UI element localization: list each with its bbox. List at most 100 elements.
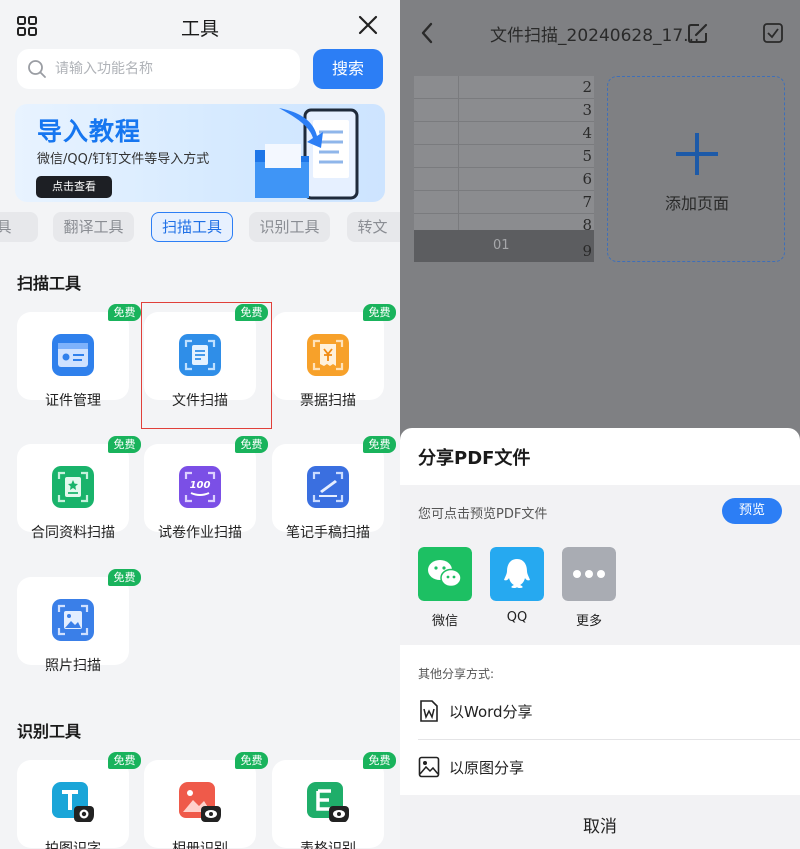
tool-label: 票据扫描 (300, 393, 356, 409)
share-app-label: 微信 (431, 614, 458, 629)
tools-header: 工具 (0, 0, 400, 52)
free-badge: 免费 (363, 436, 396, 453)
share-sheet-title: 分享PDF文件 (418, 448, 531, 469)
share-as-image-option[interactable]: 以原图分享 (418, 746, 782, 790)
thumbnail-row: 6 (414, 168, 594, 191)
select-checkbox-icon[interactable] (763, 23, 783, 43)
tool-label: 表格识别 (300, 841, 356, 849)
tool-card-table-recognition[interactable]: 表格识别 (272, 760, 384, 849)
row-number: 3 (582, 101, 592, 119)
tab-partial[interactable]: 具 (0, 212, 38, 242)
page-thumbnail[interactable]: 2 3 4 5 6 7 8 01 9 (414, 76, 594, 262)
close-icon[interactable] (357, 14, 379, 36)
banner-subtitle: 微信/QQ/钉钉文件等导入方式 (37, 152, 210, 167)
free-badge: 免费 (363, 304, 396, 321)
tool-label: 试卷作业扫描 (158, 525, 242, 541)
tool-category-tabs: 具 翻译工具 扫描工具 识别工具 转文 (0, 212, 400, 244)
tool-label: 照片扫描 (45, 658, 101, 674)
more-icon[interactable] (562, 547, 616, 601)
tool-card-exam-scan[interactable]: 100 试卷作业扫描 (144, 444, 256, 541)
free-badge: 免费 (235, 752, 268, 769)
tool-label: 相册识别 (172, 841, 228, 849)
plus-icon (676, 133, 718, 175)
search-input[interactable] (55, 49, 290, 89)
free-badge: 免费 (108, 752, 141, 769)
tool-card-id-manage[interactable]: 证件管理 (17, 312, 129, 409)
wechat-icon[interactable] (418, 547, 472, 601)
tab-convert[interactable]: 转文 (347, 212, 400, 242)
share-option-label: 以原图分享 (449, 759, 525, 777)
row-number: 5 (582, 147, 592, 165)
tool-card-note-scan[interactable]: 笔记手稿扫描 (272, 444, 384, 541)
free-badge: 免费 (108, 436, 141, 453)
tab-scan[interactable]: 扫描工具 (151, 212, 233, 242)
text-recognition-icon (52, 782, 94, 822)
banner-view-button[interactable]: 点击查看 (36, 176, 112, 198)
folder-import-icon (255, 108, 359, 200)
tool-card-album-recognition[interactable]: 相册识别 (144, 760, 256, 849)
share-app-label: 更多 (575, 614, 602, 629)
row-number: 7 (582, 193, 592, 211)
image-icon (418, 756, 440, 778)
tab-recognize[interactable]: 识别工具 (249, 212, 330, 242)
cancel-button[interactable]: 取消 (400, 812, 800, 837)
thumbnail-row: 5 (414, 145, 594, 168)
thumbnail-row: 3 (414, 99, 594, 122)
page-title: 工具 (180, 18, 219, 40)
tool-card-contract-scan[interactable]: 合同资料扫描 (17, 444, 129, 541)
document-header: 文件扫描_20240628_17... (400, 0, 800, 60)
table-recognition-icon (307, 782, 349, 822)
free-badge: 免费 (108, 569, 141, 586)
exam-scan-icon: 100 (179, 466, 221, 508)
thumbnail-row: 7 (414, 191, 594, 214)
id-card-icon (52, 334, 94, 376)
contract-scan-icon (52, 466, 94, 508)
row-number: 6 (582, 170, 592, 188)
tab-translate[interactable]: 翻译工具 (53, 212, 134, 242)
search-icon (28, 60, 46, 78)
svg-text:100: 100 (190, 480, 211, 491)
tutorial-banner[interactable]: 导入教程 微信/QQ/钉钉文件等导入方式 点击查看 (15, 104, 385, 202)
row-number: 2 (582, 78, 592, 96)
preview-hint: 您可点击预览PDF文件 (418, 507, 548, 522)
other-share-label: 其他分享方式: (418, 667, 495, 681)
album-recognition-icon (179, 782, 221, 822)
tool-label: 拍图识字 (45, 841, 101, 849)
note-scan-icon (307, 466, 349, 508)
share-sheet: 分享PDF文件 您可点击预览PDF文件 预览 微信 QQ 更多 其他分享方式: (400, 428, 800, 849)
tool-card-photo-scan[interactable]: 照片扫描 (17, 577, 129, 674)
thumbnail-row: 2 (414, 76, 594, 99)
preview-button[interactable]: 预览 (722, 498, 782, 524)
search-button[interactable]: 搜索 (313, 49, 383, 89)
row-number: 4 (582, 124, 592, 142)
selection-highlight (141, 302, 272, 429)
tool-label: 笔记手稿扫描 (286, 525, 370, 541)
share-as-word-option[interactable]: 以Word分享 (418, 690, 782, 734)
option-divider (418, 739, 800, 740)
free-badge: 免费 (235, 436, 268, 453)
share-app-label: QQ (506, 610, 528, 625)
banner-title: 导入教程 (37, 117, 142, 146)
share-option-label: 以Word分享 (449, 703, 533, 721)
tool-card-receipt-scan[interactable]: 票据扫描 (272, 312, 384, 409)
row-number: 9 (582, 242, 592, 260)
free-badge: 免费 (363, 752, 396, 769)
back-arrow-icon[interactable] (420, 22, 434, 44)
section-title-recognize: 识别工具 (17, 722, 82, 741)
tool-card-text-recognition[interactable]: 拍图识字 (17, 760, 129, 849)
qq-icon[interactable] (490, 547, 544, 601)
document-preview-panel: 文件扫描_20240628_17... 2 3 4 5 6 7 8 01 9 添… (400, 0, 800, 849)
thumbnail-row: 4 (414, 122, 594, 145)
page-number-bar: 01 9 (414, 230, 594, 262)
free-badge: 免费 (108, 304, 141, 321)
page-number: 01 (493, 238, 510, 253)
tool-label: 证件管理 (45, 393, 101, 409)
receipt-scan-icon (307, 334, 349, 376)
search-field[interactable] (17, 49, 300, 89)
edit-icon[interactable] (687, 22, 709, 44)
section-title-scan: 扫描工具 (17, 274, 82, 293)
tool-label: 合同资料扫描 (31, 525, 115, 541)
add-page-button[interactable]: 添加页面 (607, 76, 785, 262)
document-title: 文件扫描_20240628_17... (490, 26, 700, 46)
add-page-label: 添加页面 (664, 194, 729, 213)
